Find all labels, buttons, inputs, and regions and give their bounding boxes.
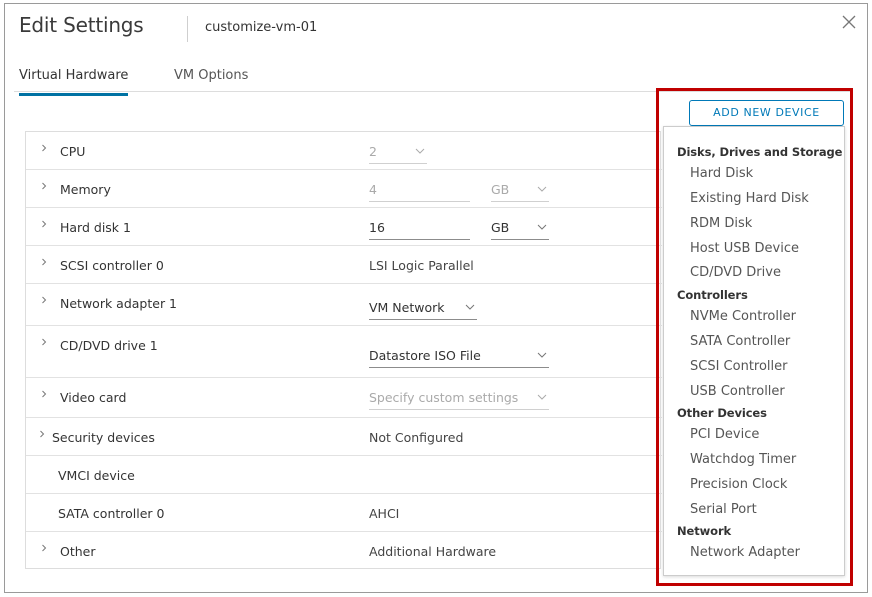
chevron-down-icon bbox=[537, 224, 547, 230]
menu-header-disks: Disks, Drives and Storage bbox=[677, 145, 843, 159]
scsi-controller-value: LSI Logic Parallel bbox=[369, 258, 474, 273]
dialog-title: Edit Settings bbox=[19, 13, 144, 37]
hardware-table: CPU 2 Memory 4 GB Hard disk 1 16 GB SCSI… bbox=[25, 131, 662, 570]
chevron-right-icon[interactable] bbox=[38, 430, 46, 438]
add-new-device-button[interactable]: ADD NEW DEVICE bbox=[689, 100, 844, 126]
hardware-row-vmci-device: VMCI device bbox=[26, 456, 662, 494]
cpu-value: 2 bbox=[369, 144, 377, 159]
cpu-label: CPU bbox=[60, 144, 86, 159]
chevron-right-icon[interactable] bbox=[40, 258, 48, 266]
chevron-right-icon[interactable] bbox=[40, 182, 48, 190]
memory-input: 4 bbox=[369, 182, 470, 202]
video-card-value: Specify custom settings bbox=[369, 390, 519, 405]
title-divider bbox=[187, 16, 188, 42]
menu-item-usb-controller[interactable]: USB Controller bbox=[690, 384, 785, 399]
security-devices-value: Not Configured bbox=[369, 430, 464, 445]
chevron-right-icon[interactable] bbox=[40, 544, 48, 552]
cpu-select: 2 bbox=[369, 144, 427, 164]
vm-name: customize-vm-01 bbox=[205, 20, 318, 35]
chevron-right-icon[interactable] bbox=[40, 220, 48, 228]
cd-dvd-select[interactable]: Datastore ISO File bbox=[369, 348, 549, 368]
chevron-down-icon bbox=[537, 186, 547, 192]
chevron-right-icon[interactable] bbox=[40, 390, 48, 398]
hardware-row-hard-disk[interactable]: Hard disk 1 16 GB bbox=[26, 208, 662, 246]
menu-item-network-adapter[interactable]: Network Adapter bbox=[690, 545, 800, 560]
hardware-row-sata-controller: SATA controller 0 AHCI bbox=[26, 494, 662, 532]
chevron-down-icon bbox=[537, 352, 547, 358]
menu-header-network: Network bbox=[677, 524, 732, 538]
network-value: VM Network bbox=[369, 300, 445, 315]
menu-item-watchdog-timer[interactable]: Watchdog Timer bbox=[690, 452, 796, 467]
menu-item-serial-port[interactable]: Serial Port bbox=[690, 502, 757, 517]
scsi-controller-label: SCSI controller 0 bbox=[60, 258, 164, 273]
menu-item-host-usb-device[interactable]: Host USB Device bbox=[690, 241, 799, 256]
network-adapter-label: Network adapter 1 bbox=[60, 296, 178, 311]
hard-disk-value: 16 bbox=[369, 220, 385, 235]
chevron-down-icon bbox=[465, 304, 475, 310]
other-label: Other bbox=[60, 544, 96, 559]
hard-disk-label: Hard disk 1 bbox=[60, 220, 131, 235]
hardware-row-scsi-controller[interactable]: SCSI controller 0 LSI Logic Parallel bbox=[26, 246, 662, 284]
menu-item-rdm-disk[interactable]: RDM Disk bbox=[690, 216, 752, 231]
hardware-row-cpu[interactable]: CPU 2 bbox=[26, 132, 662, 170]
hardware-row-memory[interactable]: Memory 4 GB bbox=[26, 170, 662, 208]
memory-label: Memory bbox=[60, 182, 111, 197]
other-value: Additional Hardware bbox=[369, 544, 497, 559]
menu-item-cd-dvd-drive[interactable]: CD/DVD Drive bbox=[690, 265, 781, 280]
security-devices-label: Security devices bbox=[52, 430, 155, 445]
menu-header-controllers: Controllers bbox=[677, 288, 748, 302]
menu-item-sata-controller[interactable]: SATA Controller bbox=[690, 334, 790, 349]
chevron-right-icon[interactable] bbox=[40, 144, 48, 152]
memory-unit-select: GB bbox=[491, 182, 549, 202]
memory-value: 4 bbox=[369, 182, 377, 197]
close-icon[interactable] bbox=[841, 14, 857, 30]
menu-item-existing-hard-disk[interactable]: Existing Hard Disk bbox=[690, 191, 809, 206]
hardware-row-network-adapter[interactable]: Network adapter 1 VM Network bbox=[26, 284, 662, 326]
sata-controller-value: AHCI bbox=[369, 506, 400, 521]
hardware-row-security-devices[interactable]: Security devices Not Configured bbox=[26, 418, 662, 456]
tab-divider bbox=[14, 91, 852, 92]
chevron-down-icon bbox=[537, 394, 547, 400]
add-device-menu: Disks, Drives and Storage Hard Disk Exis… bbox=[663, 126, 845, 576]
network-select[interactable]: VM Network bbox=[369, 300, 477, 320]
menu-item-scsi-controller[interactable]: SCSI Controller bbox=[690, 359, 788, 374]
vmci-device-label: VMCI device bbox=[58, 468, 135, 483]
hard-disk-size-input[interactable]: 16 bbox=[369, 220, 470, 240]
hardware-row-cd-dvd-drive[interactable]: CD/DVD drive 1 Datastore ISO File bbox=[26, 326, 662, 378]
chevron-right-icon[interactable] bbox=[40, 338, 48, 346]
video-card-label: Video card bbox=[60, 390, 127, 405]
menu-item-nvme-controller[interactable]: NVMe Controller bbox=[690, 309, 796, 324]
menu-item-hard-disk[interactable]: Hard Disk bbox=[690, 166, 753, 181]
cd-dvd-label: CD/DVD drive 1 bbox=[60, 338, 158, 353]
sata-controller-label: SATA controller 0 bbox=[58, 506, 165, 521]
menu-header-other-devices: Other Devices bbox=[677, 406, 767, 420]
menu-item-pci-device[interactable]: PCI Device bbox=[690, 427, 759, 442]
cd-dvd-value: Datastore ISO File bbox=[369, 348, 481, 363]
hardware-row-other[interactable]: Other Additional Hardware bbox=[26, 532, 662, 570]
chevron-right-icon[interactable] bbox=[40, 296, 48, 304]
memory-unit: GB bbox=[491, 182, 510, 197]
chevron-down-icon bbox=[415, 148, 425, 154]
menu-item-precision-clock[interactable]: Precision Clock bbox=[690, 477, 787, 492]
hardware-row-video-card[interactable]: Video card Specify custom settings bbox=[26, 378, 662, 418]
hard-disk-unit: GB bbox=[491, 220, 510, 235]
hard-disk-unit-select[interactable]: GB bbox=[491, 220, 549, 240]
video-card-select: Specify custom settings bbox=[369, 390, 549, 410]
